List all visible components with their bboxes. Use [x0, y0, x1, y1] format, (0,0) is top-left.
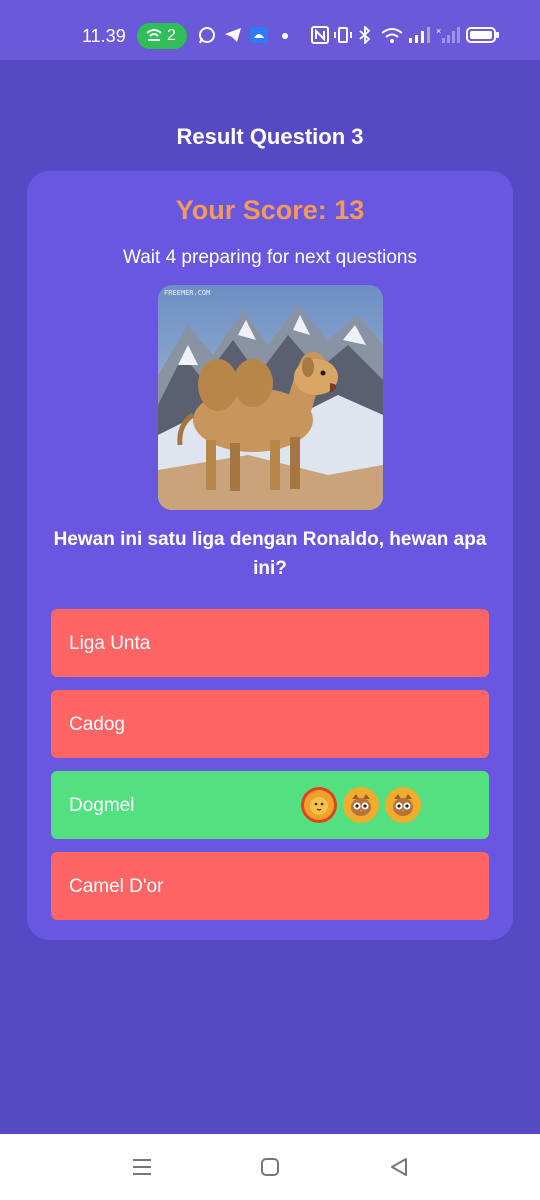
back-icon[interactable]	[388, 1156, 410, 1183]
image-watermark: FREEMER.COM	[164, 289, 210, 297]
bluetooth-icon	[358, 24, 372, 50]
answer-label: Dogmel	[69, 795, 135, 816]
vibrate-icon	[334, 26, 352, 50]
android-icon	[249, 26, 269, 50]
answer-option-2[interactable]: Cadog	[51, 690, 489, 758]
answer-label: Liga Unta	[69, 633, 151, 654]
answer-option-1[interactable]: Liga Unta	[51, 609, 489, 677]
battery-icon	[466, 26, 500, 50]
wait-text: Wait 4 preparing for next questions	[123, 247, 417, 268]
status-time: 11.39	[82, 26, 126, 46]
telegram-icon	[224, 26, 242, 50]
page-title: Result Question 3	[176, 124, 364, 149]
signal-x-icon: ×	[436, 26, 460, 50]
nfc-icon	[311, 26, 329, 50]
status-bar: 11.39 2 ×	[0, 0, 540, 60]
question-text: Hewan ini satu liga dengan Ronaldo, hewa…	[53, 529, 487, 579]
whatsapp-icon	[198, 26, 216, 50]
hotspot-badge: 2	[137, 23, 187, 49]
hotspot-icon	[145, 27, 163, 48]
owl-avatar	[343, 787, 379, 823]
question-image: FREEMER.COM	[158, 285, 383, 510]
navigation-bar	[0, 1134, 540, 1200]
menu-icon[interactable]	[131, 1156, 153, 1183]
wifi-icon	[380, 26, 404, 50]
home-icon[interactable]	[259, 1156, 281, 1183]
answer-label: Cadog	[69, 714, 125, 735]
owl-avatar	[385, 787, 421, 823]
lion-avatar	[301, 787, 337, 823]
dot-icon	[281, 26, 289, 50]
hotspot-count: 2	[167, 27, 176, 44]
answer-label: Camel D'or	[69, 876, 164, 897]
signal-icon	[408, 26, 430, 50]
result-card: Your Score: 13 Wait 4 preparing for next…	[27, 171, 513, 940]
score-label: Your Score: 13	[175, 195, 365, 225]
answer-option-3[interactable]: Dogmel	[51, 771, 489, 839]
svg-text:×: ×	[436, 26, 441, 36]
answer-option-4[interactable]: Camel D'or	[51, 852, 489, 920]
